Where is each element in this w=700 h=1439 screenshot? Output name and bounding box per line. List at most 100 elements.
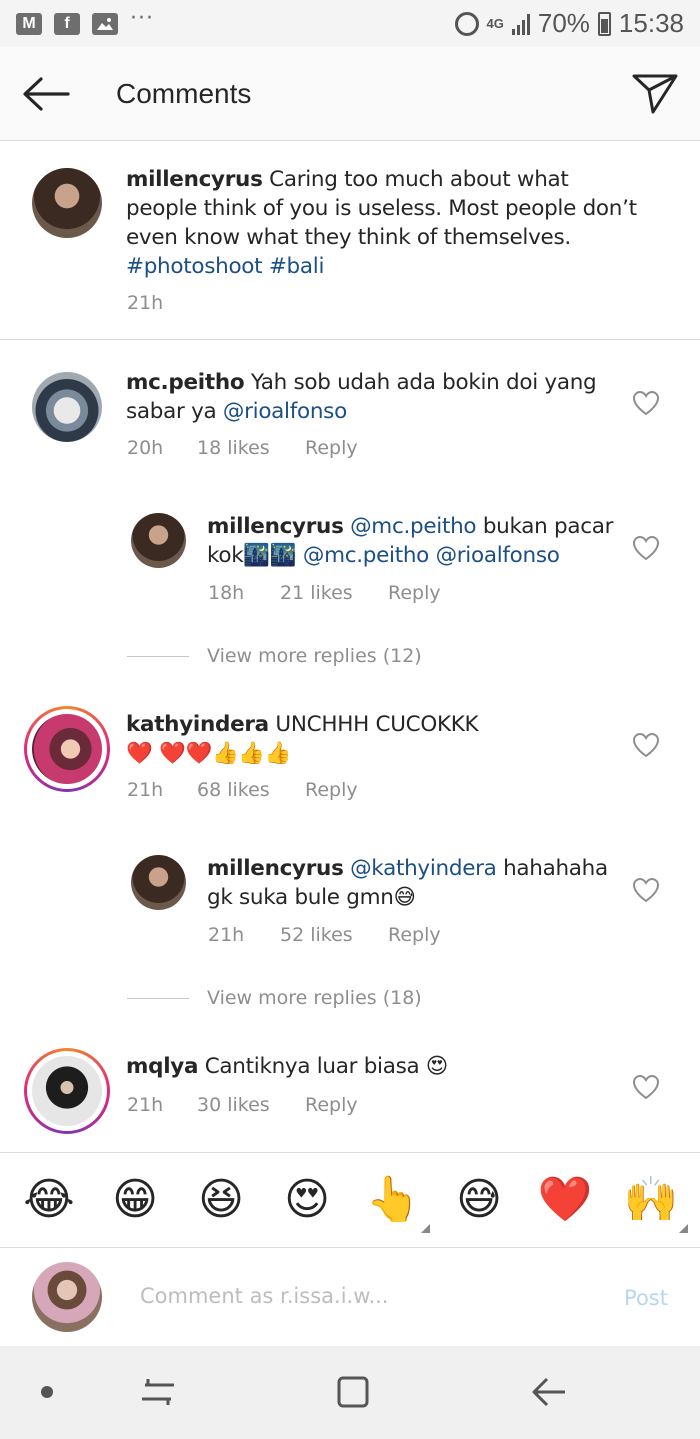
likes-count[interactable]: 68 likes: [197, 779, 305, 801]
reply-text: millencyrus @mc.peitho bukan pacar kok🌃🌃…: [207, 514, 614, 568]
comment-text: kathyindera UNCHHH CUCOKKK ❤️ ❤️❤️👍👍👍: [126, 712, 479, 766]
story-ring[interactable]: [24, 706, 110, 792]
home-button[interactable]: [328, 1370, 378, 1414]
avatar[interactable]: [131, 855, 186, 910]
gallery-icon: [92, 12, 118, 35]
caption-text: millencyrus Caring too much about what p…: [126, 167, 637, 279]
comment: mc.peitho Yah sob udah ada bokin doi yan…: [0, 340, 700, 490]
share-button[interactable]: [610, 47, 700, 141]
hashtags[interactable]: #photoshoot #bali: [126, 254, 324, 279]
username[interactable]: mc.peitho: [126, 370, 245, 395]
likes-count[interactable]: 52 likes: [280, 924, 388, 946]
comment-input[interactable]: [140, 1284, 570, 1308]
battery-icon: [597, 11, 611, 36]
network-type: 4G: [486, 15, 504, 31]
likes-count[interactable]: 21 likes: [280, 582, 388, 604]
post-button[interactable]: Post: [624, 1286, 668, 1310]
current-user-avatar: [32, 1262, 102, 1332]
avatar: [32, 1056, 102, 1126]
username[interactable]: kathyindera: [126, 712, 269, 737]
comment-meta: 21h 68 likes Reply: [127, 779, 358, 801]
username[interactable]: millencyrus: [207, 856, 344, 881]
alarm-icon: [454, 11, 479, 36]
mention[interactable]: @kathyindera: [344, 856, 497, 881]
caption: millencyrus Caring too much about what p…: [0, 141, 700, 339]
emoji-quick-bar: 😂 😁 😆 😍 👆 😅 ❤️ 🙌: [0, 1152, 700, 1248]
emoji-laughing[interactable]: 😆: [186, 1175, 256, 1225]
reply-comment: millencyrus @kathyindera hahahaha gk suk…: [0, 832, 700, 964]
facebook-icon: f: [54, 12, 80, 35]
view-more-replies[interactable]: View more replies (12): [127, 645, 422, 667]
home-icon: [337, 1376, 369, 1408]
avatar[interactable]: [32, 372, 102, 442]
header: Comments: [0, 47, 700, 141]
reply-button[interactable]: Reply: [388, 582, 441, 604]
skin-tone-indicator: [421, 1224, 430, 1233]
signal-icon: [511, 13, 530, 35]
skin-tone-indicator: [679, 1224, 688, 1233]
reply-button[interactable]: Reply: [388, 924, 441, 946]
thread-line: [127, 655, 189, 657]
like-heart-icon[interactable]: [632, 535, 660, 561]
emoji-sweat-smile[interactable]: 😅: [444, 1175, 514, 1225]
caption-meta: 21h: [127, 292, 163, 314]
like-heart-icon[interactable]: [632, 877, 660, 903]
emoji-heart-eyes[interactable]: 😍: [272, 1175, 342, 1225]
timestamp: 20h: [127, 437, 164, 459]
likes-count[interactable]: 18 likes: [197, 437, 305, 459]
emoji-red-heart[interactable]: ❤️: [530, 1175, 600, 1225]
reply-meta: 18h 21 likes Reply: [208, 582, 441, 604]
direct-send-icon: [632, 74, 678, 113]
reply-button[interactable]: Reply: [305, 437, 358, 459]
reply-button[interactable]: Reply: [305, 1094, 358, 1116]
reply-comment: millencyrus @mc.peitho bukan pacar kok🌃🌃…: [0, 490, 700, 622]
system-nav-bar: [0, 1346, 700, 1439]
back-arrow-icon: [23, 76, 70, 111]
status-bar: M f ··· 4G 70% 15:38: [0, 0, 700, 47]
timestamp: 18h: [208, 582, 245, 604]
mention[interactable]: @mc.peitho @rioalfonso: [303, 543, 560, 568]
reply-button[interactable]: Reply: [305, 779, 358, 801]
recent-apps-button[interactable]: [133, 1370, 183, 1414]
like-heart-icon[interactable]: [632, 1074, 660, 1100]
emoji-point-up[interactable]: 👆: [358, 1175, 430, 1233]
avatar[interactable]: [131, 513, 186, 568]
like-heart-icon[interactable]: [632, 732, 660, 758]
story-ring[interactable]: [24, 1048, 110, 1134]
timestamp: 21h: [127, 292, 164, 314]
battery-percent: 70%: [537, 8, 590, 38]
username[interactable]: millencyrus: [126, 167, 263, 192]
likes-count[interactable]: 30 likes: [197, 1094, 305, 1116]
comment-text: mc.peitho Yah sob udah ada bokin doi yan…: [126, 370, 597, 424]
username[interactable]: millencyrus: [207, 514, 344, 539]
view-more-replies[interactable]: View more replies (18): [127, 987, 422, 1009]
comment: mqlya Cantiknya luar biasa 😍 21h 30 like…: [0, 1042, 700, 1150]
emoji-raising-hands[interactable]: 🙌: [616, 1175, 688, 1233]
comment-text: mqlya Cantiknya luar biasa 😍: [126, 1054, 449, 1079]
mention[interactable]: @rioalfonso: [223, 399, 347, 424]
emoji-grin[interactable]: 😁: [100, 1175, 170, 1225]
reply-meta: 21h 52 likes Reply: [208, 924, 441, 946]
clock-time: 15:38: [618, 8, 684, 38]
comment-meta: 20h 18 likes Reply: [127, 437, 358, 459]
timestamp: 21h: [127, 779, 164, 801]
dot-icon: [41, 1386, 53, 1398]
gmail-icon: M: [16, 12, 42, 35]
comment-composer: Post: [0, 1248, 700, 1346]
comment-meta: 21h 30 likes Reply: [127, 1094, 358, 1116]
username[interactable]: mqlya: [126, 1054, 198, 1079]
mention[interactable]: @mc.peitho: [344, 514, 476, 539]
comment: kathyindera UNCHHH CUCOKKK ❤️ ❤️❤️👍👍👍 21…: [0, 700, 700, 832]
thread-line: [127, 997, 189, 999]
back-button[interactable]: [0, 47, 92, 141]
overflow-indicator: ···: [130, 5, 154, 31]
like-heart-icon[interactable]: [632, 390, 660, 416]
back-icon: [532, 1377, 565, 1407]
page-title: Comments: [116, 77, 252, 109]
nav-dot-button[interactable]: [22, 1370, 72, 1414]
nav-back-button[interactable]: [524, 1370, 574, 1414]
avatar[interactable]: [32, 168, 102, 238]
emoji-tears-of-joy[interactable]: 😂: [14, 1175, 84, 1225]
reply-text: millencyrus @kathyindera hahahaha gk suk…: [207, 856, 608, 910]
avatar: [32, 714, 102, 784]
